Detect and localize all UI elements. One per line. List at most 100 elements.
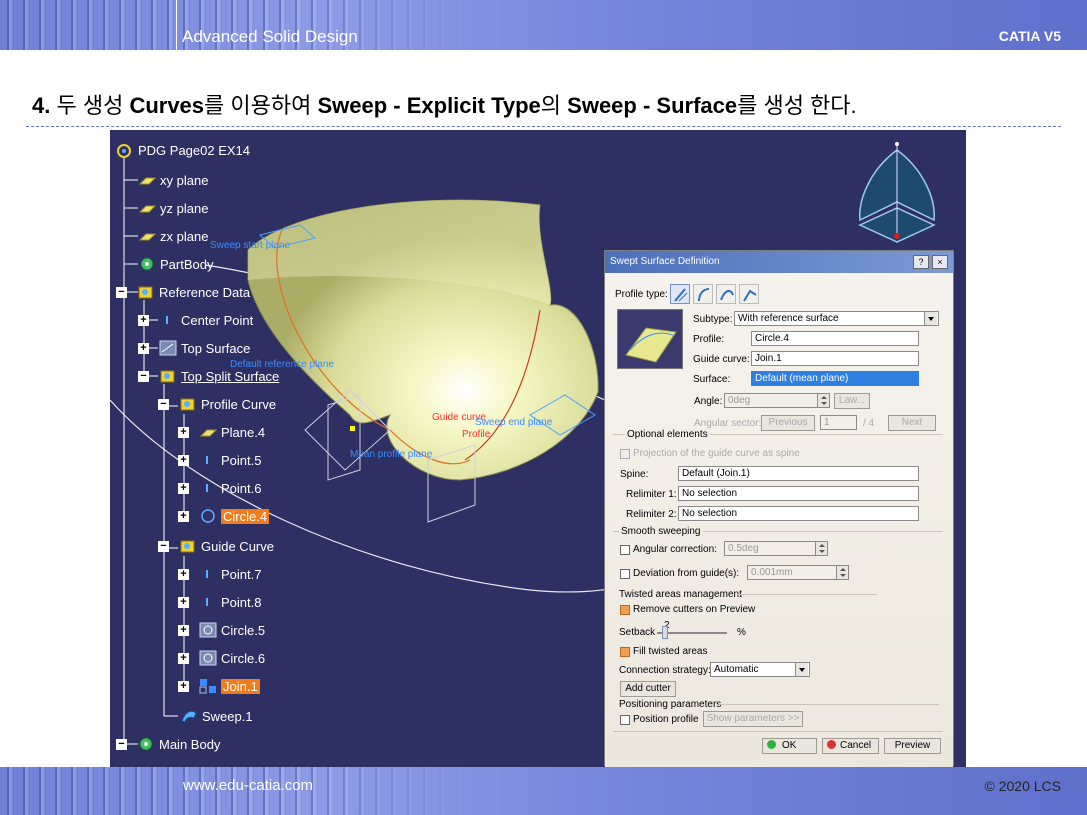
expand-icon[interactable]: + <box>138 342 149 354</box>
relimiter1-field[interactable]: No selection <box>678 486 919 501</box>
tree-item-yz-plane[interactable]: yz plane <box>138 200 208 216</box>
profile-type-line-icon[interactable] <box>670 284 690 304</box>
projection-checkbox[interactable] <box>620 449 630 459</box>
label-sweep-end-plane: Sweep end plane <box>475 417 553 428</box>
profile-type-label: Profile type: <box>615 289 668 300</box>
tree-item-guide-curve[interactable]: − Guide Curve <box>158 538 274 554</box>
subtype-select[interactable]: With reference surface <box>734 311 939 326</box>
tree-item-reference-data[interactable]: − Reference Data <box>116 284 250 300</box>
plane-icon <box>138 228 157 244</box>
sector-total: / 4 <box>863 418 875 429</box>
position-profile-checkbox[interactable] <box>620 715 630 725</box>
compass-icon[interactable] <box>858 142 936 243</box>
cancel-button[interactable]: Cancel <box>822 738 879 754</box>
tree-item-zx-plane[interactable]: zx plane <box>138 228 208 244</box>
tree-root-label: PDG Page02 EX14 <box>138 142 251 158</box>
tree-item-label: Top Split Surface <box>181 368 280 384</box>
tree-item-label: xy plane <box>160 172 209 188</box>
preview-button[interactable]: Preview <box>884 738 941 754</box>
expand-icon[interactable]: + <box>178 482 189 494</box>
tree-item-label: Top Surface <box>181 340 251 356</box>
guide-curve-field[interactable]: Join.1 <box>751 351 919 366</box>
tree-item-main-body[interactable]: − Main Body <box>116 736 220 752</box>
tree-item-point-7[interactable]: + Point.7 <box>178 566 261 582</box>
guide-curve-label: Guide curve: <box>693 354 750 365</box>
deviation-field[interactable]: 0.001mm <box>747 565 837 580</box>
collapse-icon[interactable]: − <box>116 286 127 298</box>
tree-item-circle-5[interactable]: + Circle.5 <box>178 622 265 638</box>
profile-type-circle-icon[interactable] <box>693 284 713 304</box>
tree-item-point-5[interactable]: + Point.5 <box>178 452 261 468</box>
tree-item-label: Guide Curve <box>201 538 274 554</box>
expand-icon[interactable]: + <box>178 568 189 580</box>
spine-field[interactable]: Default (Join.1) <box>678 466 919 481</box>
help-button[interactable]: ? <box>913 255 929 269</box>
profile-type-conic-icon[interactable] <box>716 284 736 304</box>
tree-root[interactable]: PDG Page02 EX14 <box>116 142 250 158</box>
collapse-icon[interactable]: − <box>158 398 169 410</box>
tree-item-top-surface[interactable]: + Top Surface <box>138 340 251 356</box>
circle-icon <box>199 508 217 524</box>
collapse-icon[interactable]: − <box>158 540 169 552</box>
setback-slider-handle[interactable] <box>662 626 668 639</box>
heading-number: 4. <box>32 93 51 118</box>
close-button[interactable]: × <box>932 255 948 269</box>
part-icon <box>116 142 134 158</box>
ok-icon <box>767 740 776 749</box>
tree-item-partbody[interactable]: PartBody <box>138 256 213 272</box>
angle-field[interactable]: 0deg <box>724 393 819 408</box>
profile-type-explicit-icon[interactable] <box>739 284 759 304</box>
remove-cutters-checkbox[interactable] <box>620 605 630 615</box>
tree-item-center-point[interactable]: + Center Point <box>138 312 253 328</box>
show-parameters-button[interactable]: Show parameters >> <box>703 711 803 727</box>
slide-header: Advanced Solid Design CATIA V5 <box>0 0 1087 50</box>
angular-correction-field[interactable]: 0.5deg <box>724 541 816 556</box>
angular-correction-checkbox[interactable] <box>620 545 630 555</box>
tree-item-label: Profile Curve <box>201 396 277 412</box>
point-icon <box>199 594 217 610</box>
tree-connectors <box>123 158 185 748</box>
previous-button[interactable]: Previous <box>761 415 815 431</box>
expand-icon[interactable]: + <box>178 510 189 522</box>
tree-item-join-1[interactable]: + Join.1 <box>178 678 260 694</box>
expand-icon[interactable]: + <box>178 426 189 438</box>
tree-item-point-8[interactable]: + Point.8 <box>178 594 261 610</box>
collapse-icon[interactable]: − <box>116 738 127 750</box>
tree-item-label: Point.6 <box>221 480 262 496</box>
law-button[interactable]: Law... <box>834 393 870 409</box>
spine-label: Spine: <box>620 469 649 480</box>
tree-item-sweep-1[interactable]: Sweep.1 <box>180 708 253 724</box>
expand-icon[interactable]: + <box>178 454 189 466</box>
fill-twisted-checkbox[interactable] <box>620 647 630 657</box>
deviation-checkbox[interactable] <box>620 569 630 579</box>
angle-spinner[interactable] <box>817 393 830 408</box>
add-cutter-button[interactable]: Add cutter <box>620 681 676 697</box>
surface-field[interactable]: Default (mean plane) <box>751 371 919 386</box>
ok-button[interactable]: OK <box>762 738 817 754</box>
angular-correction-spinner[interactable] <box>815 541 828 556</box>
setback-unit: % <box>737 627 746 638</box>
tree-item-point-6[interactable]: + Point.6 <box>178 480 262 496</box>
deviation-spinner[interactable] <box>836 565 849 580</box>
next-button[interactable]: Next <box>888 415 936 431</box>
profile-field[interactable]: Circle.4 <box>751 331 919 346</box>
header-product: CATIA V5 <box>998 28 1061 44</box>
tree-item-circle-6[interactable]: + Circle.6 <box>178 650 265 666</box>
tree-item-plane-4[interactable]: + Plane.4 <box>178 424 265 440</box>
sector-field[interactable]: 1 <box>820 415 857 430</box>
header-divider <box>176 0 177 50</box>
expand-icon[interactable]: + <box>178 680 189 692</box>
tree-item-xy-plane[interactable]: xy plane <box>138 172 208 188</box>
connection-strategy-select[interactable]: Automatic <box>710 662 810 677</box>
relimiter2-field[interactable]: No selection <box>678 506 919 521</box>
collapse-icon[interactable]: − <box>138 370 149 382</box>
label-mean-profile-plane: Mean profile plane <box>350 449 433 460</box>
tree-item-top-split-surface[interactable]: − Top Split Surface <box>138 368 280 384</box>
expand-icon[interactable]: + <box>178 652 189 664</box>
dialog-title-bar[interactable]: Swept Surface Definition ? × <box>605 251 953 273</box>
expand-icon[interactable]: + <box>178 624 189 636</box>
expand-icon[interactable]: + <box>178 596 189 608</box>
tree-item-circle-4[interactable]: + Circle.4 <box>178 508 270 524</box>
tree-item-profile-curve[interactable]: − Profile Curve <box>158 396 277 412</box>
expand-icon[interactable]: + <box>138 314 149 326</box>
